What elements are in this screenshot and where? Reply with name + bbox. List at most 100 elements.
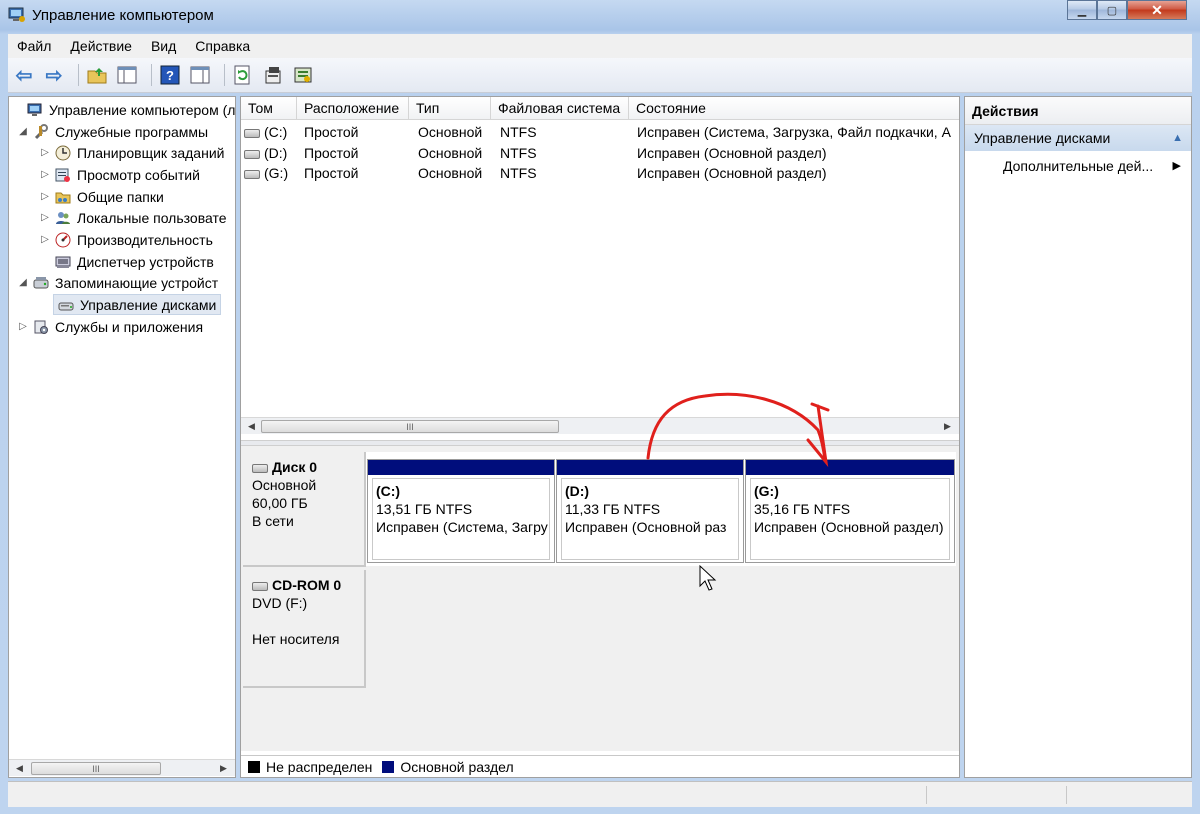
partition-d[interactable]: (D:) 11,33 ГБ NTFS Исправен (Основной ра…	[556, 459, 744, 563]
column-header-volume[interactable]: Том	[241, 97, 297, 120]
disk-management-icon	[57, 296, 75, 314]
expand-arrow-icon[interactable]: ▷	[39, 169, 51, 180]
menu-action[interactable]: Действие	[70, 38, 132, 54]
performance-icon	[54, 231, 72, 249]
show-hide-action-pane-icon[interactable]	[188, 63, 212, 87]
table-row[interactable]: (C:) Простой Основной NTFS Исправен (Сис…	[241, 122, 959, 142]
table-row[interactable]: (G:) Простой Основной NTFS Исправен (Осн…	[241, 163, 959, 183]
partition-status: Исправен (Основной раз	[565, 519, 727, 535]
column-header-status[interactable]: Состояние	[629, 97, 959, 120]
tree-item-task-scheduler[interactable]: ▷ Планировщик заданий	[39, 142, 224, 163]
partition-status: Исправен (Система, Загру	[376, 519, 548, 535]
legend-swatch	[382, 760, 395, 773]
menu-file[interactable]: Файл	[17, 38, 51, 54]
expand-arrow-icon[interactable]: ▷	[39, 191, 51, 202]
tree-horizontal-scrollbar[interactable]: ◀ III ▶	[9, 759, 235, 776]
expand-arrow-icon[interactable]: ▷	[39, 147, 51, 158]
cdrom-0-label[interactable]: CD-ROM 0 DVD (F:) Нет носителя	[243, 570, 366, 688]
partition-details: (G:) 35,16 ГБ NTFS Исправен (Основной ра…	[750, 478, 950, 560]
back-arrow-icon[interactable]: ⇦	[12, 63, 36, 87]
tree-item-label: Планировщик заданий	[77, 144, 225, 161]
layout-cell: Простой	[304, 124, 359, 140]
type-cell: Основной	[418, 145, 483, 161]
disk-map: Диск 0 Основной 60,00 ГБ В сети (C:) 13,…	[241, 446, 959, 751]
scroll-right-arrow-icon[interactable]: ▶	[939, 418, 956, 434]
help-icon[interactable]: ?	[158, 63, 182, 87]
shared-folders-icon	[54, 188, 72, 206]
disk-kind: Основной	[252, 477, 317, 493]
maximize-button[interactable]: ▢	[1097, 0, 1127, 20]
tree-item-disk-management[interactable]: Управление дисками	[53, 294, 222, 315]
disk-name-row: Диск 0	[252, 458, 364, 476]
tree-item-event-viewer[interactable]: ▷ Просмотр событий	[39, 164, 200, 185]
expand-arrow-icon[interactable]: ▷	[17, 321, 29, 332]
title-bar: Управление компьютером ▁ ▢ ✕	[0, 0, 1200, 32]
disk-size: 60,00 ГБ	[252, 495, 308, 511]
collapse-arrow-icon[interactable]: ◢	[17, 277, 29, 288]
disk-name: CD-ROM 0	[272, 577, 342, 593]
tree-item-label: Общие папки	[77, 188, 164, 205]
disk-kind: DVD (F:)	[252, 595, 308, 611]
status-cell: Исправен (Основной раздел)	[637, 165, 827, 181]
actions-section-label: Управление дисками	[974, 130, 1111, 146]
table-row[interactable]: (D:) Простой Основной NTFS Исправен (Осн…	[241, 143, 959, 163]
scroll-right-arrow-icon[interactable]: ▶	[215, 760, 232, 776]
tree-item-device-manager[interactable]: Диспетчер устройств	[39, 251, 214, 272]
fs-cell: NTFS	[500, 165, 537, 181]
toolbar-separator	[78, 64, 79, 86]
tree-item-local-users[interactable]: ▷ Локальные пользовате	[39, 207, 227, 228]
partition-g[interactable]: (G:) 35,16 ГБ NTFS Исправен (Основной ра…	[745, 459, 955, 563]
main-window: Управление компьютером ▁ ▢ ✕ Файл Действ…	[0, 0, 1200, 814]
column-header-filesystem[interactable]: Файловая система	[491, 97, 629, 120]
show-hide-tree-icon[interactable]	[115, 63, 139, 87]
users-icon	[54, 209, 72, 227]
actions-section-header[interactable]: Управление дисками ▲	[965, 125, 1191, 151]
menu-view[interactable]: Вид	[151, 38, 176, 54]
tools-icon	[32, 123, 50, 141]
properties-icon[interactable]	[261, 63, 285, 87]
tree-item-label: Локальные пользовате	[77, 209, 227, 226]
scroll-left-arrow-icon[interactable]: ◀	[11, 760, 28, 776]
primary-partition-bar	[368, 460, 554, 475]
tree-item-computer-management[interactable]: Управление компьютером (л	[11, 99, 235, 120]
scroll-left-arrow-icon[interactable]: ◀	[243, 418, 260, 434]
drive-icon	[244, 169, 260, 179]
type-cell: Основной	[418, 124, 483, 140]
scroll-thumb[interactable]: III	[261, 420, 559, 433]
tree-item-system-tools[interactable]: ◢ Служебные программы	[17, 121, 208, 142]
partition-status: Исправен (Основной раздел)	[754, 519, 944, 535]
status-separator	[1066, 786, 1067, 804]
close-button[interactable]: ✕	[1127, 0, 1187, 20]
collapse-up-icon[interactable]: ▲	[1172, 125, 1183, 151]
type-cell: Основной	[418, 165, 483, 181]
volume-list-horizontal-scrollbar[interactable]: ◀ III ▶	[241, 417, 959, 434]
column-header-type[interactable]: Тип	[409, 97, 491, 120]
menu-help[interactable]: Справка	[195, 38, 250, 54]
tree-item-shared-folders[interactable]: ▷ Общие папки	[39, 186, 164, 207]
refresh-icon[interactable]	[231, 63, 255, 87]
expand-arrow-icon[interactable]: ▷	[39, 234, 51, 245]
tree-item-services-apps[interactable]: ▷ Службы и приложения	[17, 316, 203, 337]
services-icon	[32, 318, 50, 336]
partition-c[interactable]: (C:) 13,51 ГБ NTFS Исправен (Система, За…	[367, 459, 555, 563]
minimize-button[interactable]: ▁	[1067, 0, 1097, 20]
forward-arrow-icon[interactable]: ⇨	[42, 63, 66, 87]
tree-item-storage[interactable]: ◢ Запоминающие устройст	[17, 272, 218, 293]
tree-item-label: Просмотр событий	[77, 166, 200, 183]
expand-arrow-icon[interactable]: ▷	[39, 212, 51, 223]
scroll-thumb[interactable]: III	[31, 762, 161, 775]
navigation-tree: Управление компьютером (л ◢ Служебные пр…	[8, 96, 236, 778]
column-header-layout[interactable]: Расположение	[297, 97, 409, 120]
tree-item-performance[interactable]: ▷ Производительность	[39, 229, 213, 250]
submenu-arrow-icon: ▶	[1172, 160, 1181, 172]
disk-state: Нет носителя	[252, 631, 340, 647]
up-folder-icon[interactable]	[85, 63, 109, 87]
disk-0-label[interactable]: Диск 0 Основной 60,00 ГБ В сети	[243, 452, 366, 567]
tree-item-label: Службы и приложения	[55, 318, 204, 335]
disk-settings-icon[interactable]	[291, 63, 315, 87]
collapse-arrow-icon[interactable]: ◢	[17, 126, 29, 137]
more-actions-item[interactable]: Дополнительные дей... ▶	[965, 151, 1191, 181]
cdrom-icon	[252, 581, 268, 591]
drive-icon	[244, 128, 260, 138]
status-separator	[926, 786, 927, 804]
